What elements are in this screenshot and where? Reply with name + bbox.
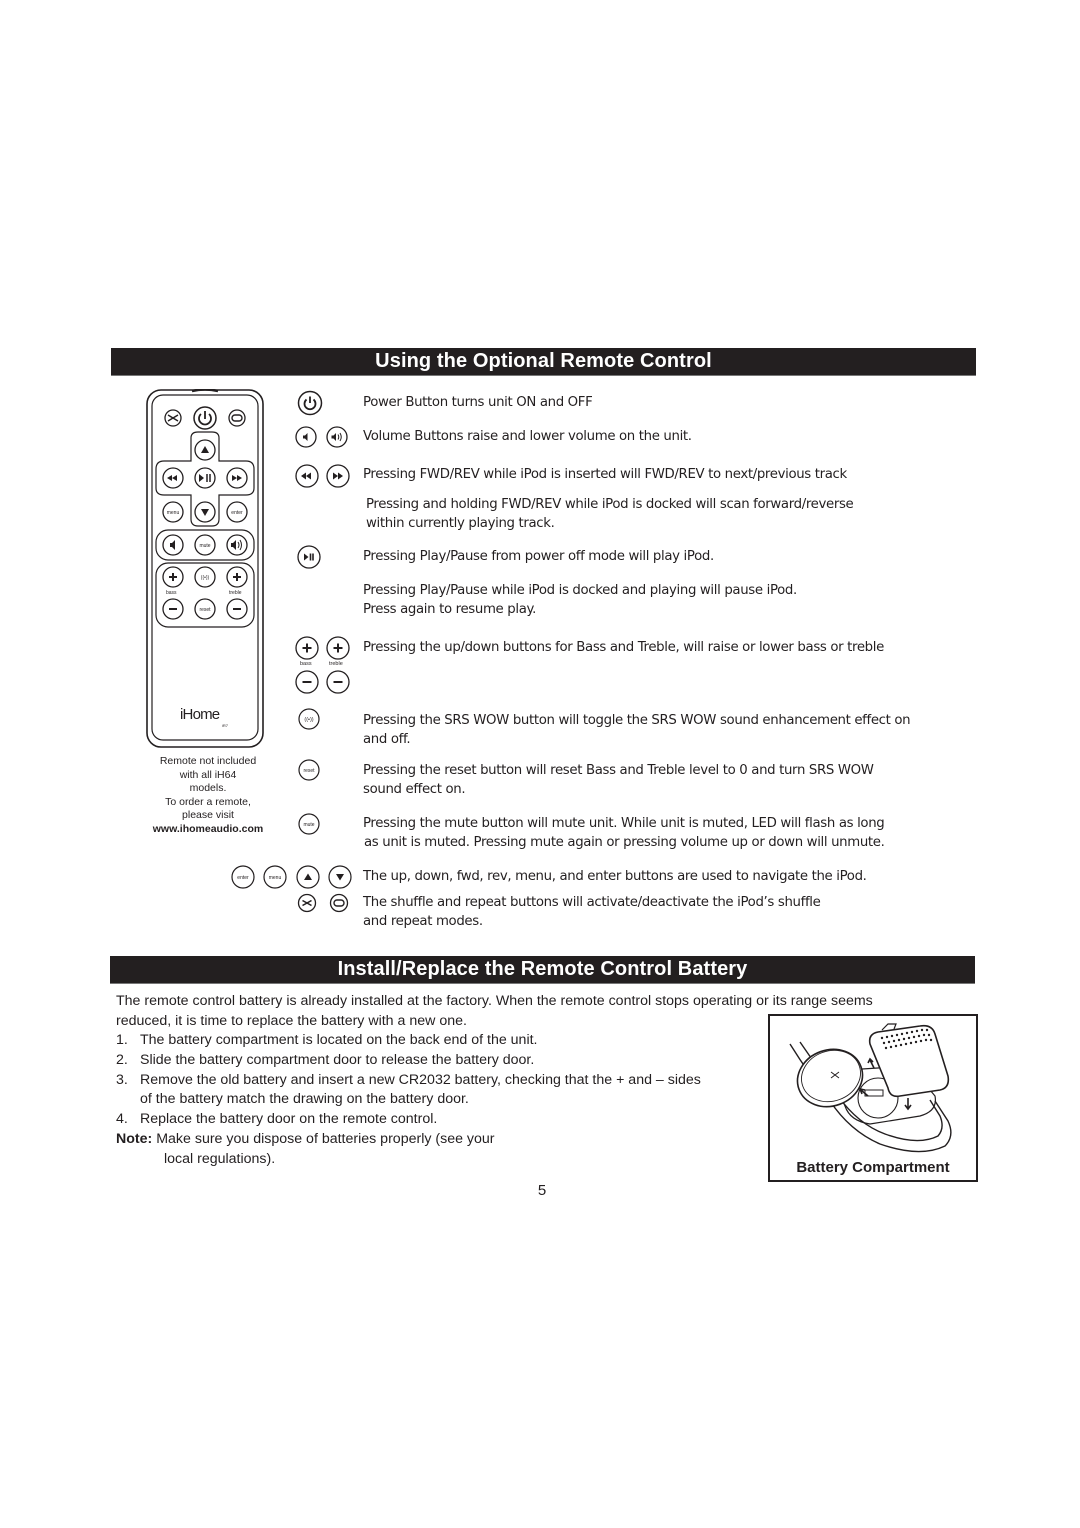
reset-icon: reset bbox=[298, 759, 320, 781]
volume-up-icon bbox=[326, 426, 348, 448]
svg-text:mute: mute bbox=[199, 543, 210, 549]
bass-down-icon bbox=[295, 670, 319, 694]
svg-text:menu: menu bbox=[167, 510, 180, 516]
remote-control-illustration: menu enter mute ((•)) bass treble reset … bbox=[146, 389, 264, 749]
section-header-remote-control: Using the Optional Remote Control bbox=[111, 348, 976, 376]
battery-intro: The remote control battery is already in… bbox=[116, 993, 873, 1029]
rewind-icon bbox=[295, 464, 319, 488]
battery-compartment-caption: Battery Compartment bbox=[796, 1159, 950, 1176]
repeat-icon bbox=[329, 893, 349, 913]
remote-availability-note: Remote not included with all iH64 models… bbox=[142, 755, 274, 836]
volume-down-icon bbox=[295, 426, 317, 448]
instruction-fwd-rev-hold: Pressing and holding FWD/REV while iPod … bbox=[366, 497, 854, 531]
srs-wow-icon: ((•)) bbox=[298, 708, 320, 730]
battery-step-4: 4. Replace the battery door on the remote… bbox=[116, 1111, 438, 1128]
battery-compartment-drawing bbox=[789, 1023, 952, 1153]
svg-text:iR7: iR7 bbox=[222, 723, 229, 728]
treble-down-icon bbox=[326, 670, 350, 694]
instruction-bass-treble: Pressing the up/down buttons for Bass an… bbox=[363, 640, 884, 655]
battery-step-1: 1. The battery compartment is located on … bbox=[116, 1032, 538, 1048]
svg-text:enter: enter bbox=[231, 510, 243, 516]
instruction-play-pause: Pressing Play/Pause from power off mode … bbox=[363, 549, 714, 564]
up-arrow-icon bbox=[296, 865, 320, 889]
remote-power-button bbox=[193, 406, 217, 430]
remote-repeat-button bbox=[228, 409, 246, 427]
treble-up-icon bbox=[326, 636, 350, 660]
ihome-logo: iHome bbox=[180, 706, 220, 723]
svg-text:((•)): ((•)) bbox=[304, 717, 313, 723]
svg-text:((•)): ((•)) bbox=[201, 575, 210, 581]
instruction-mute: Pressing the mute button will mute unit.… bbox=[363, 816, 885, 850]
battery-steps-list: 1. The battery compartment is located on … bbox=[116, 1032, 701, 1167]
instruction-srs-wow: Pressing the SRS WOW button will toggle … bbox=[363, 713, 911, 747]
svg-text:treble: treble bbox=[229, 590, 242, 596]
instruction-fwd-rev: Pressing FWD/REV while iPod is inserted … bbox=[363, 467, 847, 482]
svg-text:menu: menu bbox=[269, 875, 282, 881]
down-arrow-icon bbox=[328, 865, 352, 889]
manual-page: Using the Optional Remote Control menu e… bbox=[0, 0, 1080, 1528]
instruction-power: Power Button turns unit ON and OFF bbox=[363, 395, 593, 410]
power-icon bbox=[297, 390, 323, 416]
instruction-navigation: The up, down, fwd, rev, menu, and enter … bbox=[363, 869, 867, 884]
website-link[interactable]: www.ihomeaudio.com bbox=[142, 823, 274, 837]
bass-label: bass bbox=[300, 661, 312, 667]
shuffle-icon bbox=[297, 893, 317, 913]
svg-text:enter: enter bbox=[237, 875, 249, 881]
section-header-battery: Install/Replace the Remote Control Batte… bbox=[110, 956, 975, 984]
svg-text:bass: bass bbox=[166, 590, 177, 596]
svg-text:reset: reset bbox=[303, 768, 315, 774]
svg-text:reset: reset bbox=[199, 607, 211, 613]
instruction-play-pause-docked: Pressing Play/Pause while iPod is docked… bbox=[363, 583, 797, 617]
instruction-reset: Pressing the reset button will reset Bas… bbox=[363, 763, 874, 797]
battery-note: Note: Make sure you dispose of batteries… bbox=[116, 1130, 495, 1147]
remote-shuffle-button bbox=[164, 409, 182, 427]
bass-up-icon bbox=[295, 636, 319, 660]
page-number: 5 bbox=[537, 1182, 547, 1199]
battery-step-3: 3. Remove the old battery and insert a ne… bbox=[116, 1071, 701, 1088]
treble-label: treble bbox=[329, 661, 343, 667]
menu-icon: menu bbox=[263, 865, 287, 889]
enter-icon: enter bbox=[231, 865, 255, 889]
instruction-volume: Volume Buttons raise and lower volume on… bbox=[363, 429, 692, 444]
svg-text:mute: mute bbox=[303, 822, 314, 828]
fast-forward-icon bbox=[326, 464, 350, 488]
battery-compartment-figure: Battery Compartment bbox=[768, 1014, 978, 1182]
play-pause-icon bbox=[297, 545, 321, 569]
instruction-shuffle-repeat: The shuffle and repeat buttons will acti… bbox=[363, 895, 821, 929]
mute-icon: mute bbox=[298, 813, 320, 835]
battery-step-2: 2. Slide the battery compartment door to … bbox=[116, 1051, 535, 1068]
